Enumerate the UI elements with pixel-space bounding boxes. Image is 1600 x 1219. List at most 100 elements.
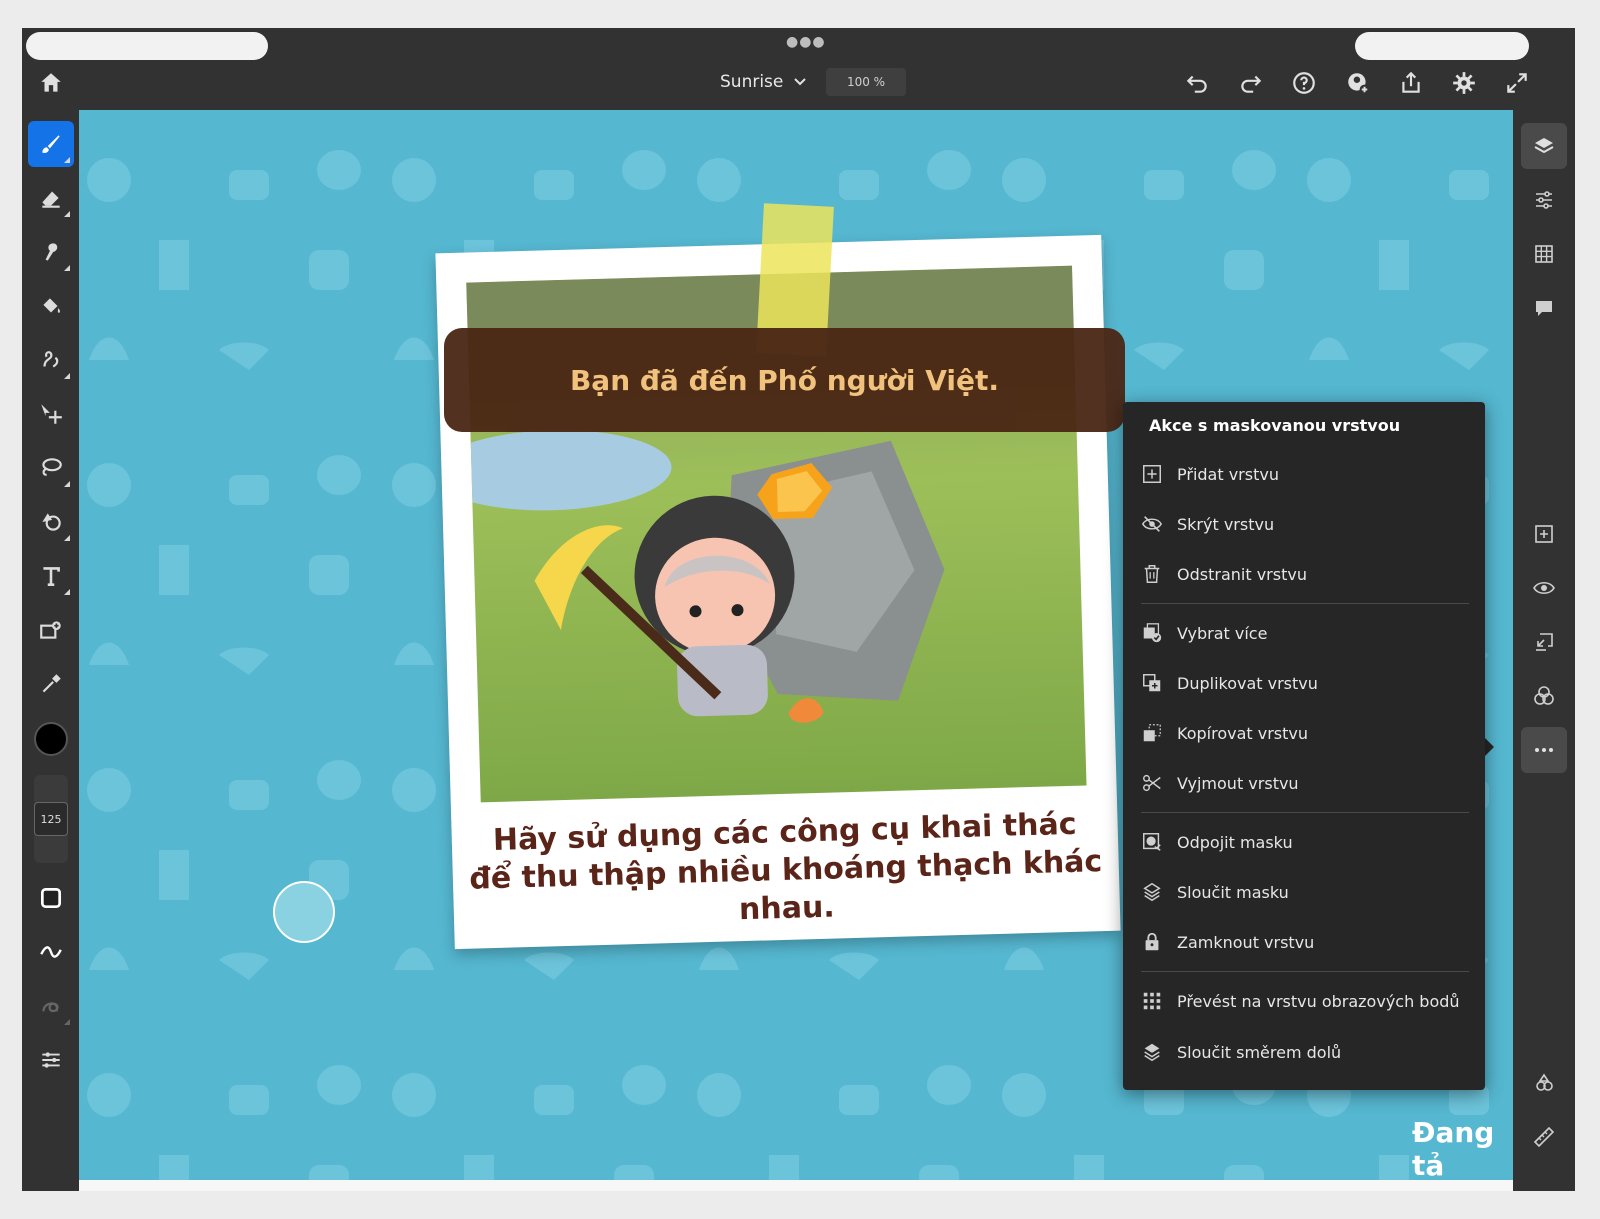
- menu-item-copy-layer[interactable]: Kopírovat vrstvu: [1141, 713, 1469, 753]
- square-brush-icon: [40, 887, 62, 909]
- add-layer-icon: [1535, 525, 1553, 543]
- eraser-icon: [42, 191, 60, 208]
- menu-pointer: [1484, 737, 1494, 757]
- properties-icon: [1536, 191, 1552, 209]
- import-icon: [1536, 633, 1553, 651]
- shape-tool[interactable]: [28, 499, 74, 545]
- lasso-tool[interactable]: [28, 445, 74, 491]
- menu-item-unlink-mask[interactable]: Odpojit masku: [1141, 822, 1469, 862]
- menu-item-add-layer[interactable]: Přidat vrstvu: [1141, 454, 1469, 494]
- ruler-icon: [1533, 1126, 1555, 1148]
- smudge-tool[interactable]: [28, 229, 74, 275]
- blend-button[interactable]: [1521, 673, 1567, 719]
- fill-icon: [43, 298, 60, 314]
- eyedropper-icon: [42, 674, 61, 693]
- menu-item-cut-layer[interactable]: Vyjmout vrstvu: [1141, 763, 1469, 803]
- grid-icon: [1535, 245, 1553, 263]
- redo-icon[interactable]: [1234, 66, 1268, 100]
- more-actions-button[interactable]: [1521, 727, 1567, 773]
- comments-button[interactable]: [1521, 285, 1567, 331]
- menu-item-lock-layer[interactable]: Zamknout vrstvu: [1141, 922, 1469, 962]
- rasterize-icon: [1143, 992, 1161, 1010]
- sliders-icon: [42, 1052, 60, 1068]
- brush-tool[interactable]: [28, 121, 74, 167]
- menu-item-merge-mask[interactable]: Sloučit masku: [1141, 872, 1469, 912]
- menu-item-label: Zamknout vrstvu: [1177, 932, 1315, 952]
- menu-item-label: Sloučit směrem dolů: [1177, 1042, 1342, 1062]
- color-swatch[interactable]: [34, 722, 68, 756]
- trash-icon: [1144, 565, 1160, 583]
- fill-tool[interactable]: [28, 283, 74, 329]
- menu-item-label: Duplikovat vrstvu: [1177, 673, 1318, 693]
- photo-caption: Hãy sử dụng các công cụ khai thác để thu…: [468, 806, 1103, 928]
- ruler-button[interactable]: [1521, 1114, 1567, 1160]
- menu-item-label: Odpojit masku: [1177, 832, 1293, 852]
- location-banner: Bạn đã đến Phố người Việt.: [444, 328, 1125, 432]
- duplicate-icon: [1143, 674, 1161, 692]
- visibility-button[interactable]: [1521, 565, 1567, 611]
- menu-item-label: Odstranit vrstvu: [1177, 564, 1307, 584]
- banner-text: Bạn đã đến Phố người Việt.: [569, 363, 1000, 397]
- menu-item-label: Přidat vrstvu: [1177, 464, 1279, 484]
- fullscreen-icon[interactable]: [1500, 66, 1534, 100]
- menu-item-label: Sloučit masku: [1177, 882, 1289, 902]
- place-image-icon: [40, 621, 61, 639]
- place-image-tool[interactable]: [28, 607, 74, 653]
- grid-button[interactable]: [1521, 231, 1567, 277]
- unlink-mask-icon: [1143, 833, 1161, 851]
- cut-icon: [1143, 774, 1161, 792]
- menu-item-select-multiple[interactable]: Vybrat více: [1141, 613, 1469, 653]
- wave-icon: [40, 946, 62, 958]
- menu-separator: [1141, 971, 1469, 972]
- menu-item-label: Skrýt vrstvu: [1177, 514, 1275, 534]
- add-layer-button[interactable]: [1521, 511, 1567, 557]
- left-toolbar: 125: [22, 110, 79, 1191]
- pressure-button[interactable]: [28, 983, 74, 1029]
- window-grab-handle[interactable]: ●●●: [786, 34, 826, 50]
- tool-options-button[interactable]: [28, 1037, 74, 1083]
- menu-item-duplicate-layer[interactable]: Duplikovat vrstvu: [1141, 663, 1469, 703]
- import-button[interactable]: [1521, 619, 1567, 665]
- lock-icon: [1145, 932, 1159, 951]
- invite-icon[interactable]: [1341, 66, 1375, 100]
- merge-mask-icon: [1143, 882, 1161, 902]
- zoom-level[interactable]: 100 %: [826, 68, 906, 96]
- type-tool[interactable]: [28, 553, 74, 599]
- menu-item-merge-down[interactable]: Sloučit směrem dolů: [1141, 1032, 1469, 1072]
- loading-text: Đang tả: [1412, 1116, 1495, 1180]
- menu-item-rasterize[interactable]: Převést na vrstvu obrazových bodů: [1141, 981, 1469, 1021]
- brush-icon: [42, 135, 60, 153]
- libraries-button[interactable]: [1521, 1060, 1567, 1106]
- properties-button[interactable]: [1521, 177, 1567, 223]
- eraser-tool[interactable]: [28, 175, 74, 221]
- libraries-icon: [1536, 1073, 1553, 1091]
- touch-indicator: [273, 881, 335, 943]
- move-tool[interactable]: [28, 391, 74, 437]
- brush-size-value[interactable]: 125: [34, 802, 68, 836]
- menu-item-delete-layer[interactable]: Odstranit vrstvu: [1141, 554, 1469, 594]
- canvas-bottom-edge: [79, 1180, 1513, 1191]
- home-icon[interactable]: [34, 66, 68, 100]
- eyedropper-tool[interactable]: [28, 661, 74, 707]
- share-icon[interactable]: [1394, 66, 1428, 100]
- copy-icon: [1143, 724, 1161, 742]
- menu-item-label: Kopírovat vrstvu: [1177, 723, 1308, 743]
- lasso-icon: [42, 458, 62, 476]
- layers-button[interactable]: [1521, 123, 1567, 169]
- document-title[interactable]: Sunrise: [720, 72, 783, 92]
- add-layer-icon: [1143, 465, 1161, 483]
- layers-icon: [1534, 138, 1554, 154]
- pressure-icon: [42, 1002, 59, 1013]
- status-pill-left: [26, 32, 268, 60]
- brush-settings-button[interactable]: [28, 875, 74, 921]
- undo-icon[interactable]: [1180, 66, 1214, 100]
- smoothing-button[interactable]: [28, 929, 74, 975]
- chevron-down-icon[interactable]: [790, 72, 810, 92]
- move-icon: [41, 404, 62, 424]
- menu-item-hide-layer[interactable]: Skrýt vrstvu: [1141, 504, 1469, 544]
- settings-icon[interactable]: [1447, 66, 1481, 100]
- help-icon[interactable]: [1287, 66, 1321, 100]
- masked-layer-actions-menu: Akce s maskovanou vrstvou Přidat vrstvu …: [1123, 402, 1485, 1090]
- clone-stamp-tool[interactable]: [28, 337, 74, 383]
- more-icon: [1535, 748, 1553, 752]
